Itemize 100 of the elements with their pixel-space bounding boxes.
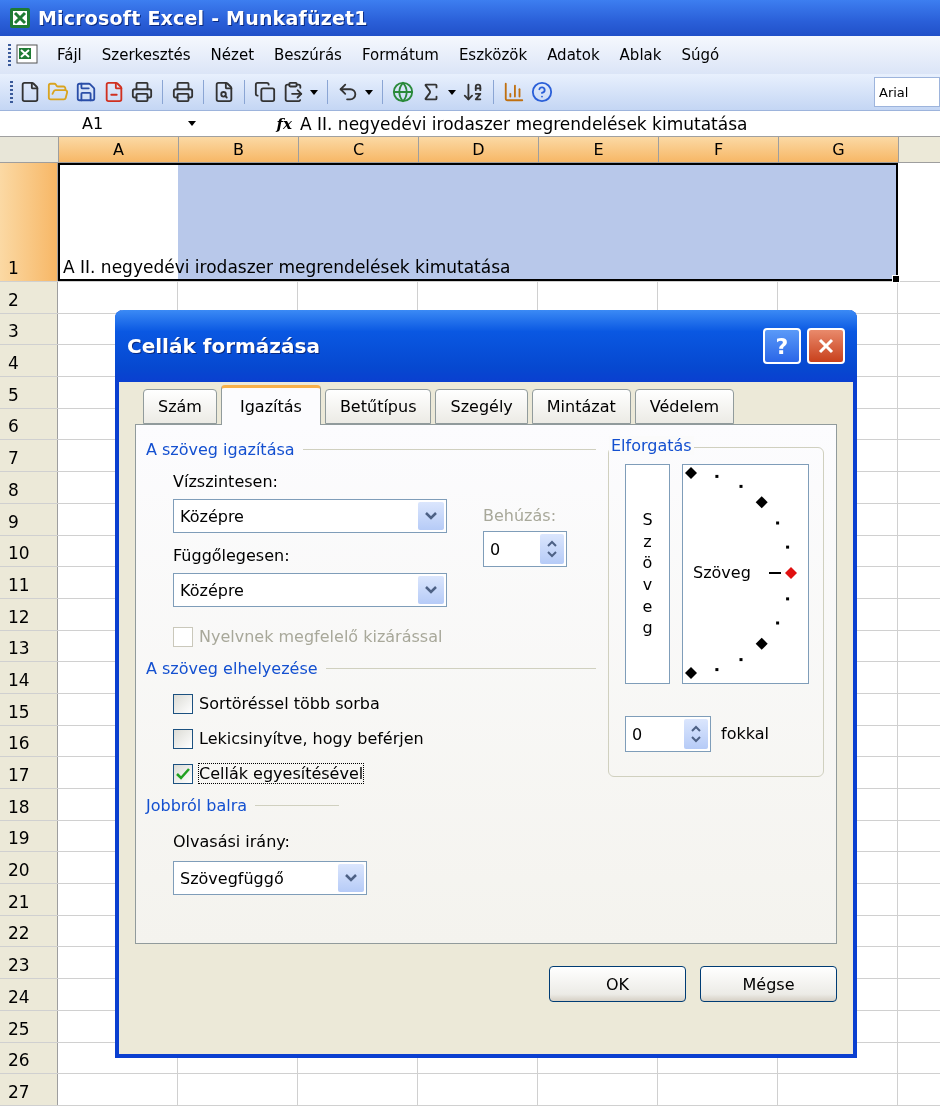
- workbook-icon[interactable]: [15, 43, 41, 67]
- printer-icon[interactable]: [172, 81, 194, 103]
- column-header[interactable]: D: [419, 137, 539, 162]
- row-header[interactable]: 25: [0, 1010, 58, 1042]
- row-header[interactable]: 4: [0, 345, 58, 377]
- chevron-down-icon: [424, 585, 438, 595]
- dialog-button[interactable]: OK: [549, 966, 686, 1002]
- copy-icon[interactable]: [254, 81, 276, 103]
- checkbox[interactable]: [173, 763, 193, 784]
- name-box[interactable]: A1: [0, 114, 220, 133]
- menu-item[interactable]: Szerkesztés: [91, 46, 201, 64]
- file-search-icon[interactable]: [213, 81, 235, 103]
- new-file-icon[interactable]: [19, 81, 41, 103]
- dropdown-value: Szövegfüggő: [180, 868, 284, 888]
- spin-arrows-icon[interactable]: [546, 539, 558, 559]
- save-icon[interactable]: [75, 81, 97, 103]
- column-header[interactable]: F: [659, 137, 779, 162]
- dialog-button[interactable]: Mégse: [700, 966, 837, 1002]
- row-header[interactable]: 14: [0, 662, 58, 693]
- row-header[interactable]: 26: [0, 1042, 58, 1074]
- row-header[interactable]: 27: [0, 1074, 58, 1105]
- row-header[interactable]: 18: [0, 789, 58, 820]
- column-header[interactable]: A: [59, 137, 179, 162]
- checkbox-label: Nyelvnek megfelelő kizárással: [199, 627, 443, 646]
- row-header[interactable]: 12: [0, 598, 58, 630]
- vertical-dropdown[interactable]: Középre: [173, 573, 447, 607]
- font-field[interactable]: Arial: [874, 77, 940, 107]
- row-header[interactable]: 8: [0, 472, 58, 503]
- paste-icon[interactable]: [282, 81, 304, 103]
- menu-item[interactable]: Ablak: [609, 46, 672, 64]
- row-header[interactable]: 11: [0, 567, 58, 598]
- row-header[interactable]: 13: [0, 630, 58, 662]
- caret-icon[interactable]: [448, 89, 456, 95]
- printer-icon[interactable]: [131, 81, 153, 103]
- column-header[interactable]: G: [779, 137, 899, 162]
- spin-arrows-icon[interactable]: [690, 724, 702, 744]
- menu-item[interactable]: Adatok: [537, 46, 610, 64]
- section-heading: A szöveg igazítása: [146, 439, 295, 459]
- tab[interactable]: Betűtípus: [324, 389, 432, 424]
- row-header[interactable]: 9: [0, 503, 58, 535]
- caret-icon[interactable]: [310, 89, 318, 95]
- row-header[interactable]: 21: [0, 884, 58, 915]
- menu-item[interactable]: Súgó: [671, 46, 730, 64]
- help-icon[interactable]: [531, 81, 553, 103]
- checkbox[interactable]: [173, 693, 193, 714]
- row-header[interactable]: 15: [0, 693, 58, 725]
- caret-icon[interactable]: [188, 121, 196, 126]
- row-header[interactable]: 1: [0, 163, 58, 281]
- dropdown-value: Középre: [180, 580, 244, 600]
- section-heading: A szöveg elhelyezése: [146, 658, 318, 678]
- file-minus-icon[interactable]: [103, 81, 125, 103]
- vertical-text-option[interactable]: Szöveg: [625, 464, 670, 684]
- degrees-spinbox[interactable]: 0: [625, 716, 711, 752]
- direction-dropdown[interactable]: Szövegfüggő: [173, 861, 367, 895]
- dialog-title: Cellák formázása: [127, 334, 320, 358]
- row-header[interactable]: 2: [0, 282, 58, 313]
- merged-cell[interactable]: A II. negyedévi irodaszer megrendelések kimutatása: [58, 163, 898, 281]
- tab[interactable]: Szám: [143, 389, 217, 424]
- tab[interactable]: Mintázat: [531, 389, 631, 424]
- row-header[interactable]: 20: [0, 852, 58, 884]
- menu-item[interactable]: Beszúrás: [264, 46, 352, 64]
- menu-item[interactable]: Formátum: [351, 46, 449, 64]
- checkbox-label: Cellák egyesítésével: [199, 764, 364, 783]
- help-button[interactable]: ?: [763, 328, 801, 364]
- globe-icon[interactable]: [392, 81, 414, 103]
- row-header[interactable]: 22: [0, 915, 58, 947]
- vertical-text: Szöveg: [641, 509, 654, 639]
- column-header[interactable]: C: [299, 137, 419, 162]
- row-header[interactable]: 10: [0, 535, 58, 567]
- menu-item[interactable]: Fájl: [47, 46, 92, 64]
- fill-handle[interactable]: [892, 275, 900, 283]
- tab[interactable]: Védelem: [634, 389, 735, 424]
- row-header[interactable]: 17: [0, 757, 58, 788]
- caret-icon[interactable]: [365, 89, 373, 95]
- tab[interactable]: Igazítás: [220, 385, 321, 425]
- row-header[interactable]: 24: [0, 979, 58, 1010]
- row-header[interactable]: 5: [0, 377, 58, 408]
- undo-icon[interactable]: [337, 81, 359, 103]
- row-header[interactable]: 19: [0, 820, 58, 852]
- horizontal-dropdown[interactable]: Középre: [173, 499, 447, 533]
- row-header[interactable]: 7: [0, 440, 58, 472]
- spin-value: 0: [490, 539, 501, 559]
- column-header[interactable]: E: [539, 137, 659, 162]
- close-button[interactable]: [807, 328, 845, 364]
- tab[interactable]: Szegély: [435, 389, 528, 424]
- menu-item[interactable]: Nézet: [200, 46, 264, 64]
- group-legend: Elforgatás: [609, 436, 694, 455]
- menu-item[interactable]: Eszközök: [448, 46, 538, 64]
- row-header[interactable]: 23: [0, 947, 58, 979]
- chart-icon[interactable]: [503, 81, 525, 103]
- checkbox[interactable]: [173, 728, 193, 749]
- close-icon: [817, 337, 835, 355]
- row-header[interactable]: 6: [0, 408, 58, 440]
- chevron-down-icon: [344, 873, 358, 883]
- row-header[interactable]: 16: [0, 725, 58, 757]
- function-label[interactable]: fx: [220, 114, 300, 133]
- row-header[interactable]: 3: [0, 313, 58, 345]
- formula-content: A II. negyedévi irodaszer megrendelések kimutatása: [300, 113, 748, 134]
- sort-icon[interactable]: [462, 81, 484, 103]
- column-header[interactable]: B: [179, 137, 299, 162]
